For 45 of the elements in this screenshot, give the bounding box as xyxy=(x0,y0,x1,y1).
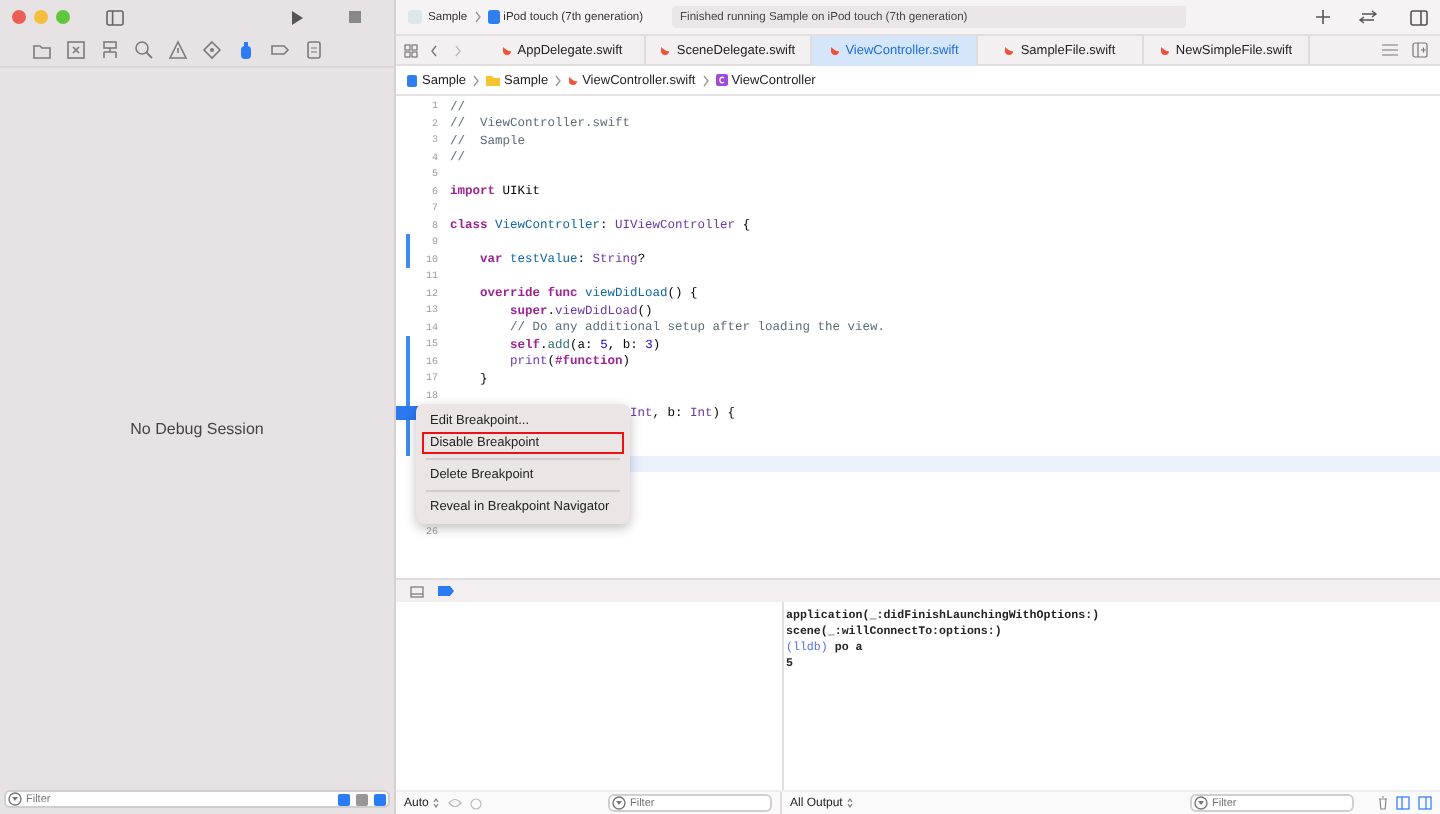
split-right-icon[interactable] xyxy=(1418,796,1432,810)
document-icon[interactable] xyxy=(302,38,326,62)
filter-icon xyxy=(8,792,22,806)
swift-file-icon xyxy=(1159,44,1170,56)
swift-file-icon xyxy=(660,44,671,56)
hide-panel-icon[interactable] xyxy=(410,585,424,597)
swap-arrows-icon[interactable] xyxy=(1358,10,1378,24)
zoom-button[interactable] xyxy=(56,10,70,24)
filter-icon xyxy=(1194,796,1208,810)
trash-icon[interactable] xyxy=(1378,796,1388,810)
swift-file-icon xyxy=(829,44,840,56)
hierarchy-icon[interactable] xyxy=(98,38,122,62)
project-icon xyxy=(406,73,418,87)
warning-icon[interactable] xyxy=(166,38,190,62)
diamond-icon[interactable] xyxy=(200,38,224,62)
lines-icon[interactable] xyxy=(1382,44,1398,56)
chevron-icon xyxy=(701,73,710,87)
add-editor-icon[interactable] xyxy=(1412,42,1428,58)
breakpoints-icon[interactable] xyxy=(438,586,454,596)
forward-icon[interactable] xyxy=(454,43,462,57)
updown-chevron-icon[interactable] xyxy=(846,796,855,810)
grid-icon[interactable] xyxy=(404,43,418,57)
updown-chevron-icon[interactable] xyxy=(432,796,441,810)
search-icon[interactable] xyxy=(132,38,156,62)
chevron-icon xyxy=(473,10,482,24)
folder-icon xyxy=(486,74,501,86)
back-icon[interactable] xyxy=(430,43,438,57)
stop-icon[interactable] xyxy=(348,10,362,24)
inspector-icon[interactable] xyxy=(1410,9,1428,25)
close-button[interactable] xyxy=(12,10,26,24)
chevron-icon xyxy=(472,73,481,87)
class-icon xyxy=(715,74,728,86)
filter-icon xyxy=(612,796,626,810)
sidebar-icon[interactable] xyxy=(106,9,124,25)
add-icon[interactable] xyxy=(1316,10,1330,24)
eye-icon[interactable] xyxy=(448,798,463,808)
chevron-icon xyxy=(554,73,563,87)
split-left-icon[interactable] xyxy=(1396,796,1410,810)
device-icon xyxy=(487,10,500,24)
swift-file-icon xyxy=(1004,44,1015,56)
swift-file-icon xyxy=(568,74,579,86)
swift-file-icon xyxy=(501,44,512,56)
square-x-icon[interactable] xyxy=(64,38,88,62)
empty-message: No Debug Session xyxy=(130,420,264,438)
play-icon[interactable] xyxy=(290,9,304,25)
